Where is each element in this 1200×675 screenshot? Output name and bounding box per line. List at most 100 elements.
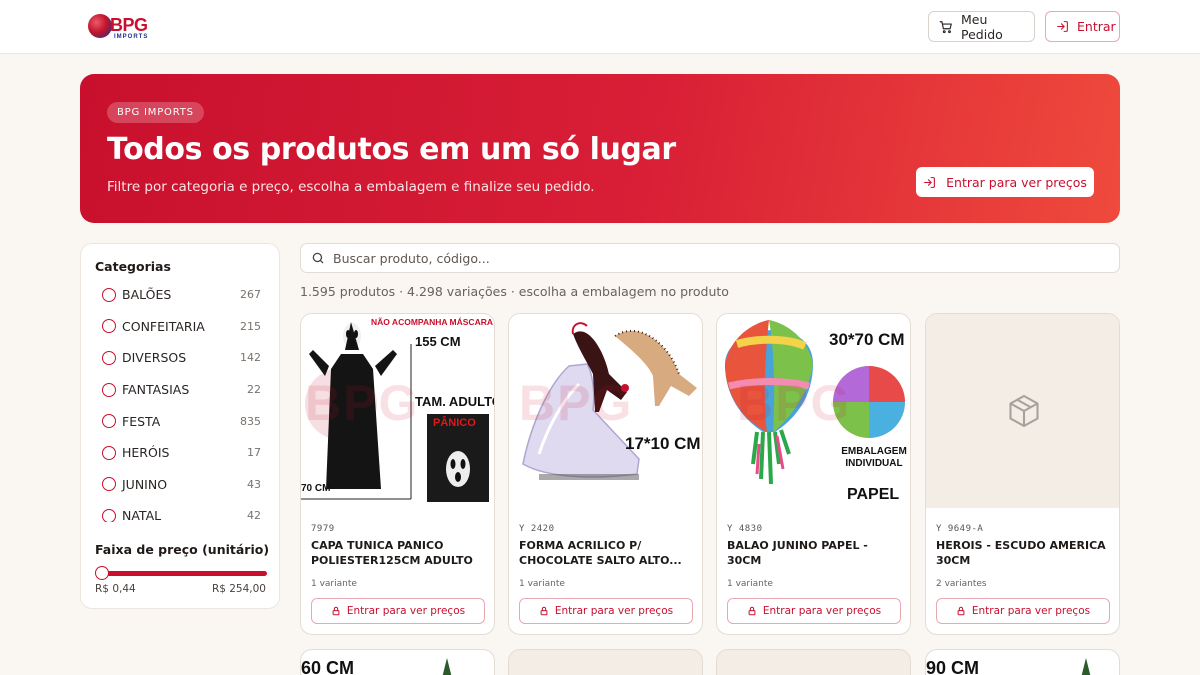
category-name: NATAL — [122, 508, 162, 522]
category-item[interactable]: FESTA 835 — [95, 405, 271, 437]
my-order-label: Meu Pedido — [961, 11, 1003, 42]
product-card-partial[interactable]: 90 CM — [925, 649, 1120, 675]
lock-icon — [956, 606, 966, 616]
product-card[interactable]: BPG NÃO ACOMPANHA MÁSCARA 155 CM TAM. AD… — [300, 313, 495, 635]
category-radio[interactable] — [102, 382, 116, 397]
product-name[interactable]: FORMA ACRILICO P/ CHOCOLATE SALTO ALTO..… — [519, 538, 694, 568]
login-to-see-prices-button[interactable]: Entrar para ver preços — [519, 598, 693, 624]
login-button[interactable]: Entrar — [1045, 11, 1120, 42]
lock-icon — [539, 606, 549, 616]
product-code: 7979 — [311, 524, 335, 534]
logo-text: BPG — [110, 15, 148, 35]
category-name: HERÓIS — [122, 445, 170, 461]
login-to-see-prices-button[interactable]: Entrar para ver preços — [311, 598, 485, 624]
product-variants: 2 variantes — [936, 579, 987, 589]
price-max-label: R$ 254,00 — [211, 583, 266, 595]
price-slider-track[interactable] — [103, 571, 267, 576]
hero-button-label: Entrar para ver preços — [946, 174, 1087, 190]
categories-title: Categorias — [95, 259, 171, 274]
product-code: Y 4830 — [727, 524, 763, 534]
price-range-title: Faixa de preço (unitário) — [95, 542, 270, 557]
product-card[interactable]: BPG 30*70 CM EMBALAGEM INDIVIDUAL PAPEL … — [716, 313, 911, 635]
watermark: BPG — [519, 375, 634, 431]
category-count: 142 — [240, 351, 261, 365]
filter-sidebar: Categorias BALÕES 267 CONFEITARIA 215 DI… — [80, 243, 280, 609]
search-icon — [311, 251, 325, 265]
category-name: BALÕES — [122, 287, 172, 303]
category-name: FESTA — [122, 413, 161, 429]
category-count: 17 — [247, 446, 261, 460]
lock-icon — [331, 606, 341, 616]
product-variants: 1 variante — [727, 579, 773, 589]
product-variants: 1 variante — [311, 579, 357, 589]
image-caption: 70 CM — [301, 483, 331, 494]
category-count: 42 — [247, 509, 261, 522]
category-radio[interactable] — [102, 350, 116, 365]
category-count: 215 — [240, 319, 261, 333]
product-image[interactable]: BPG NÃO ACOMPANHA MÁSCARA 155 CM TAM. AD… — [301, 314, 495, 508]
hero-banner: BPG IMPORTS Todos os produtos em um só l… — [80, 74, 1120, 223]
my-order-button[interactable]: Meu Pedido — [928, 11, 1035, 42]
product-name[interactable]: BALAO JUNINO PAPEL - 30CM — [727, 538, 902, 568]
login-label: Entrar — [1077, 19, 1116, 34]
product-card-partial[interactable] — [716, 649, 911, 675]
results-summary: 1.595 produtos · 4.298 variações · escol… — [300, 284, 729, 299]
globe-logo-icon — [88, 14, 112, 38]
product-name[interactable]: CAPA TUNICA PANICO POLIESTER125CM ADULTO — [311, 538, 486, 568]
price-slider-handle[interactable] — [95, 566, 109, 580]
category-item[interactable]: HERÓIS 17 — [95, 437, 271, 469]
login-to-see-prices-button[interactable]: Entrar para ver preços — [936, 598, 1110, 624]
price-min-label: R$ 0,44 — [95, 583, 136, 595]
category-item[interactable]: DIVERSOS 142 — [95, 342, 271, 374]
category-radio[interactable] — [102, 287, 116, 302]
category-list[interactable]: BALÕES 267 CONFEITARIA 215 DIVERSOS 142 … — [95, 279, 271, 522]
tree-image-fragment — [1081, 658, 1091, 675]
category-item[interactable]: CONFEITARIA 215 — [95, 311, 271, 343]
product-card[interactable]: BPG 17*10 CM Y 2420 FORMA ACRILICO P/ CH… — [508, 313, 703, 635]
product-card[interactable]: Y 9649-A HEROIS - ESCUDO AMERICA 30CM 2 … — [925, 313, 1120, 635]
image-caption: TAM. ADULTO — [415, 394, 495, 409]
image-caption: EMBALAGEM INDIVIDUAL — [841, 446, 907, 469]
category-name: CONFEITARIA — [122, 318, 205, 334]
top-header: BPG IMPORTS Meu Pedido Entrar — [0, 0, 1200, 54]
hero-title: Todos os produtos em um só lugar — [107, 132, 676, 167]
category-radio[interactable] — [102, 319, 116, 334]
card-button-label: Entrar para ver preços — [346, 605, 466, 617]
category-radio[interactable] — [102, 477, 116, 492]
product-image[interactable]: BPG 30*70 CM EMBALAGEM INDIVIDUAL PAPEL — [717, 314, 910, 508]
hero-login-button[interactable]: Entrar para ver preços — [916, 167, 1094, 197]
category-radio[interactable] — [102, 508, 116, 522]
product-image-placeholder[interactable] — [926, 314, 1119, 508]
category-item[interactable]: NATAL 42 — [95, 500, 271, 522]
image-caption: 60 CM — [301, 658, 355, 675]
watermark: BPG — [305, 375, 420, 431]
package-icon — [1006, 393, 1042, 429]
product-name[interactable]: HEROIS - ESCUDO AMERICA 30CM — [936, 538, 1111, 568]
login-icon — [923, 176, 936, 189]
category-count: 22 — [247, 383, 261, 397]
search-bar[interactable] — [300, 243, 1120, 273]
image-caption: 155 CM — [415, 334, 461, 349]
category-item[interactable]: JUNINO 43 — [95, 469, 271, 501]
hero-subtitle: Filtre por categoria e preço, escolha a … — [107, 179, 595, 195]
category-name: JUNINO — [122, 476, 168, 492]
category-item[interactable]: FANTASIAS 22 — [95, 374, 271, 406]
login-to-see-prices-button[interactable]: Entrar para ver preços — [727, 598, 901, 624]
image-caption: 90 CM — [926, 658, 980, 675]
category-radio[interactable] — [102, 445, 116, 460]
hero-badge: BPG IMPORTS — [107, 102, 204, 123]
image-caption: 30*70 CM — [829, 330, 905, 349]
product-variants: 1 variante — [519, 579, 565, 589]
image-caption: NÃO ACOMPANHA MÁSCARA — [371, 317, 493, 327]
search-input[interactable] — [333, 250, 1119, 266]
product-image[interactable]: BPG 17*10 CM — [509, 314, 702, 508]
product-card-partial[interactable] — [508, 649, 703, 675]
logo-subtext: IMPORTS — [114, 34, 149, 40]
card-button-label: Entrar para ver preços — [554, 605, 674, 617]
product-card-partial[interactable]: 60 CM — [300, 649, 495, 675]
category-item[interactable]: BALÕES 267 — [95, 279, 271, 311]
bpg-logo[interactable]: BPG IMPORTS — [88, 14, 150, 40]
card-button-label: Entrar para ver preços — [971, 605, 1091, 617]
category-radio[interactable] — [102, 414, 116, 429]
lock-icon — [747, 606, 757, 616]
